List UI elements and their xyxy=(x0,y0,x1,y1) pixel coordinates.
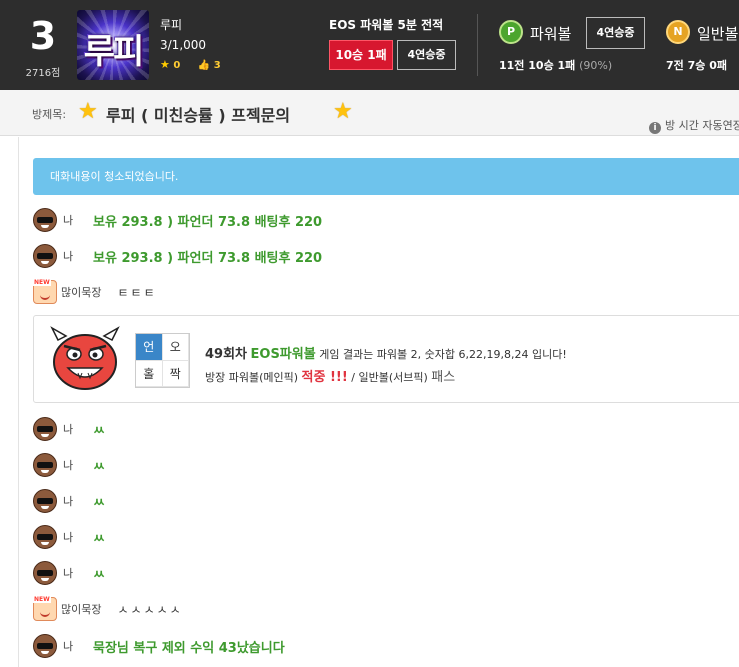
grid-cell-odd: 홀 xyxy=(136,360,163,387)
avatar[interactable]: NEW xyxy=(33,279,57,304)
game-name: EOS파워볼 xyxy=(250,347,316,362)
message-text: ㅆ xyxy=(93,495,105,511)
header-divider xyxy=(477,14,478,76)
message-text: 묵장님 복구 제외 수익 43났습니다 xyxy=(93,640,285,656)
avatar[interactable] xyxy=(33,489,57,513)
message-text: ㅆ xyxy=(93,423,105,439)
result-text: 게임 결과는 파워볼 2, 숫자합 6,22,19,8,24 입니다! xyxy=(319,348,567,361)
chat-message: NEW 많이묵장 ㅅㅅㅅㅅㅅ xyxy=(33,596,183,622)
avatar[interactable] xyxy=(33,208,57,232)
chat-message: 나 ㅆ xyxy=(33,524,105,550)
chat-message: 나 ㅆ xyxy=(33,560,105,586)
avatar[interactable] xyxy=(33,244,57,268)
user-header: 3 2716점 루피 루피 3/1,000 ★ 0 👍 3 EOS 파워볼 5분… xyxy=(0,0,739,90)
sender-name[interactable]: 나 xyxy=(63,493,85,509)
message-text: ㅆ xyxy=(93,459,105,475)
pick-separator: / 일반볼(서브픽) xyxy=(347,371,428,384)
level: 3/1,000 xyxy=(160,38,207,52)
thumbs-up-icon: 👍 xyxy=(197,60,211,71)
star-icon: ★ xyxy=(160,58,170,71)
round-number: 49회차 xyxy=(205,347,248,362)
star-icon: ★ xyxy=(333,99,353,124)
like-count: 3 xyxy=(213,60,221,71)
chat-message: 나 묵장님 복구 제외 수익 43났습니다 xyxy=(33,633,285,659)
chat-message: 나 ㅆ xyxy=(33,488,105,514)
avatar[interactable] xyxy=(33,453,57,477)
odd-even-grid: 언 오 홀 짝 xyxy=(135,333,190,388)
sender-name[interactable]: 나 xyxy=(63,529,85,545)
normalball-label: 일반볼 xyxy=(697,25,739,43)
game-result-card: 언 오 홀 짝 49회차 EOS파워볼 게임 결과는 파워볼 2, 숫자합 6,… xyxy=(33,315,739,403)
sender-name[interactable]: 나 xyxy=(63,248,85,264)
sender-name[interactable]: 나 xyxy=(63,638,85,654)
pick-result: 방장 파워볼(메인픽) 적중 !!! / 일반볼(서브픽) 패스 xyxy=(205,366,455,385)
rank-number: 3 xyxy=(29,14,57,58)
powerball-label: 파워볼 xyxy=(530,25,572,43)
chat-message: 나 보유 293.8 ) 파언더 73.8 배팅후 220 xyxy=(33,207,322,233)
grid-cell-under: 언 xyxy=(136,334,163,361)
chat-message: NEW 많이묵장 ㅌㅌㅌ xyxy=(33,279,157,305)
sender-name[interactable]: 많이묵장 xyxy=(61,601,101,617)
powerball-icon: P xyxy=(499,20,523,44)
message-text: ㅆ xyxy=(93,567,105,583)
new-badge: NEW xyxy=(33,596,51,603)
profile-image-logo: 루피 xyxy=(83,32,145,72)
rank-score: 2716점 xyxy=(25,68,61,79)
eos-streak-badge: 4연승중 xyxy=(397,40,456,70)
room-info-text: 방 시간 자동연장 xyxy=(665,119,739,132)
avatar[interactable] xyxy=(33,561,57,585)
new-badge: NEW xyxy=(33,279,51,286)
chat-log[interactable]: 대화내용이 청소되었습니다. 나 보유 293.8 ) 파언더 73.8 배팅후… xyxy=(18,137,739,667)
nickname[interactable]: 루피 xyxy=(160,16,182,33)
sender-name[interactable]: 나 xyxy=(63,421,85,437)
grid-cell-over: 오 xyxy=(162,334,189,361)
avatar[interactable]: NEW xyxy=(33,596,57,621)
result-summary: 49회차 EOS파워볼 게임 결과는 파워볼 2, 숫자합 6,22,19,8,… xyxy=(205,343,567,362)
eos-record-badge: 10승 1패 xyxy=(329,40,393,70)
normalball-icon: N xyxy=(666,20,690,44)
message-text: ㅆ xyxy=(93,531,105,547)
message-text: ㅌㅌㅌ xyxy=(117,285,157,300)
pick-miss: 패스 xyxy=(431,370,456,385)
chat-cleared-notice: 대화내용이 청소되었습니다. xyxy=(33,158,739,195)
message-text: 보유 293.8 ) 파언더 73.8 배팅후 220 xyxy=(93,214,323,230)
sender-name[interactable]: 많이묵장 xyxy=(61,284,101,300)
star-count: 0 xyxy=(173,60,181,71)
avatar[interactable] xyxy=(33,417,57,441)
avatar[interactable] xyxy=(33,525,57,549)
normalball-record: 7전 7승 0패 xyxy=(666,59,727,72)
sender-name[interactable]: 나 xyxy=(63,212,85,228)
user-stats: ★ 0 👍 3 xyxy=(160,58,221,71)
pick-text: 방장 파워볼(메인픽) xyxy=(205,371,299,384)
chat-message: 나 보유 293.8 ) 파언더 73.8 배팅후 220 xyxy=(33,243,322,269)
pick-hit: 적중 !!! xyxy=(301,370,348,385)
message-text: ㅅㅅㅅㅅㅅ xyxy=(117,602,183,617)
devil-mascot-icon xyxy=(50,326,120,390)
info-icon: i xyxy=(649,122,661,134)
sender-name[interactable]: 나 xyxy=(63,565,85,581)
powerball-record: 11전 10승 1패 (90%) xyxy=(499,57,612,73)
sender-name[interactable]: 나 xyxy=(63,457,85,473)
room-title-bar: 방제목: ★ 루피 ( 미친승률 ) 프젝문의 ★ i 방 시간 자동연장 xyxy=(0,90,739,136)
profile-image[interactable]: 루피 xyxy=(77,10,149,80)
powerball-record-text: 11전 10승 1패 xyxy=(499,59,576,72)
room-label: 방제목: xyxy=(32,108,67,121)
star-icon: ★ xyxy=(78,99,98,124)
powerball-record-pct: (90%) xyxy=(579,59,613,72)
message-text: 보유 293.8 ) 파언더 73.8 배팅후 220 xyxy=(93,250,323,266)
room-auto-extend-info: i 방 시간 자동연장 xyxy=(649,117,739,134)
chat-message: 나 ㅆ xyxy=(33,452,105,478)
eos-record-title: EOS 파워볼 5분 전적 xyxy=(329,18,444,32)
grid-cell-even: 짝 xyxy=(162,360,189,387)
chat-message: 나 ㅆ xyxy=(33,416,105,442)
powerball-streak-badge: 4연승중 xyxy=(586,17,645,49)
room-title: 루피 ( 미친승률 ) 프젝문의 xyxy=(106,106,291,125)
avatar[interactable] xyxy=(33,634,57,658)
